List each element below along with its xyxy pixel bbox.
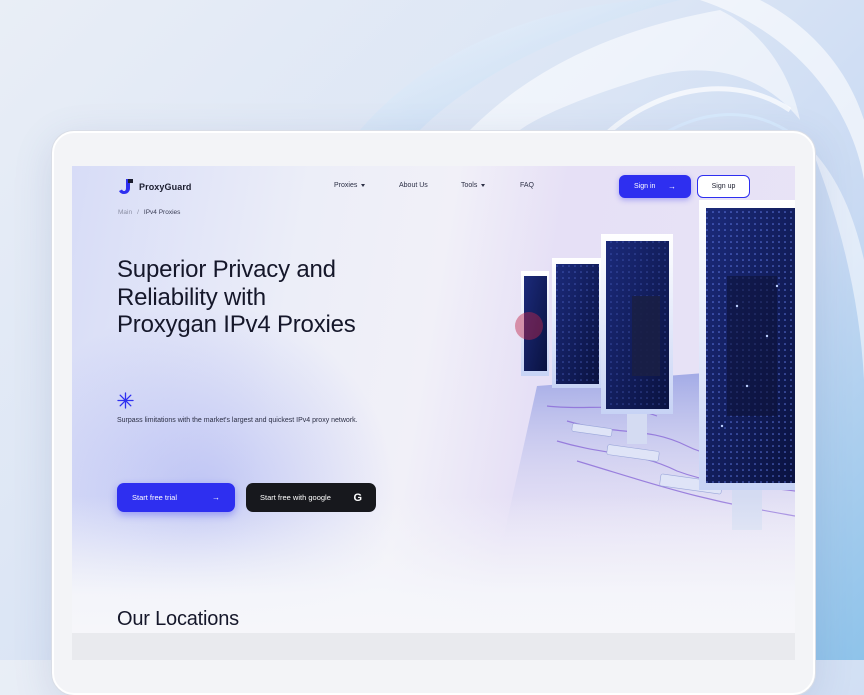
nav-item-label: FAQ [520,182,535,189]
nav-item-tools[interactable]: Tools [461,182,486,189]
nav-item-about-us[interactable]: About Us [399,182,428,189]
breadcrumb: Main / IPv4 Proxies [118,209,180,216]
breadcrumb-current: IPv4 Proxies [143,209,181,216]
sign-up-label: Sign up [711,183,736,190]
breadcrumb-separator: / [137,209,139,216]
start-free-trial-button[interactable]: Start free trial → [117,483,235,512]
caret-down-icon [361,184,366,187]
caret-down-icon [481,184,486,187]
nav-item-label: About Us [399,182,428,189]
google-icon: G [353,491,362,504]
sign-up-button[interactable]: Sign up [697,175,750,198]
hero-title-line: Superior Privacy and [117,256,336,283]
sparkle-icon [117,392,134,409]
start-with-google-label: Start free with google [260,493,331,502]
breadcrumb-root[interactable]: Main [118,209,132,216]
hero-title-line: Proxygan IPv4 Proxies [117,311,356,338]
sign-in-label: Sign in [634,183,656,190]
arrow-right-icon: → [212,492,220,502]
sign-in-button[interactable]: Sign in → [619,175,691,198]
hero-title-line: Reliability with [117,283,266,311]
start-free-trial-label: Start free trial [132,493,178,502]
hero-title: Superior Privacy and Reliability with Pr… [117,256,417,339]
nav-item-label: Proxies [334,182,358,189]
nav-item-proxies[interactable]: Proxies [334,182,366,189]
screen-bottom-bar [72,633,795,660]
nav-item-faq[interactable]: FAQ [520,182,534,189]
arrow-right-icon: → [668,181,676,191]
website-screen: ProxyGuard Proxies About Us Tools FAQ Si… [72,166,795,633]
locations-heading: Our Locations [117,608,239,630]
hero-subtitle: Surpass limitations with the market's la… [117,417,358,424]
nav-item-label: Tools [461,182,478,189]
start-with-google-button[interactable]: Start free with google G [246,483,376,512]
